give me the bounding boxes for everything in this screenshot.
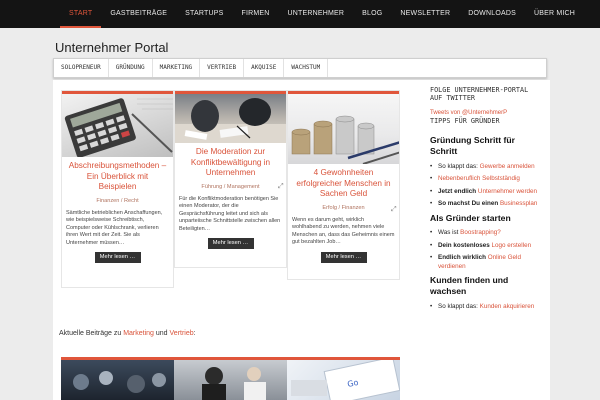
meeting-image — [175, 98, 286, 143]
post-thumbnail-google[interactable]: Go — [287, 357, 400, 400]
coins-image — [291, 115, 399, 164]
expand-icon[interactable]: ⤢ — [391, 206, 397, 214]
post-title[interactable]: 4 Gewohnheiten erfolgreicher Menschen in… — [288, 164, 399, 200]
post-excerpt: Für die Konfliktmoderation benötigen Sie… — [179, 195, 281, 232]
list-item-link[interactable]: Businessplan — [500, 200, 537, 207]
list-item: Jetzt endlich Unternehmer werden — [430, 188, 544, 197]
link-vertrieb[interactable]: Vertrieb — [170, 330, 194, 337]
list-item: Endlich wirklich Online Geld verdienen — [430, 254, 544, 271]
list-item: Dein kostenloses Logo erstellen — [430, 242, 544, 251]
list-item-text: Endlich wirklich — [438, 254, 488, 262]
category-solopreneur[interactable]: SOLOPRENEUR — [54, 59, 109, 77]
post-excerpt: Sämtliche betrieblichen Anschaffungen, w… — [66, 209, 163, 246]
twitter-widget-title: FOLGE UNTERNEHMER-PORTAL AUF TWITTER — [430, 86, 529, 102]
recent-posts-prefix: Aktuelle Beiträge zu — [59, 330, 124, 337]
list-item: Nebenberuflich Selbstständig — [430, 175, 544, 184]
list-item: So klappt das: Gewerbe anmelden — [430, 163, 544, 172]
nav-unternehmer[interactable]: UNTERNEHMER — [279, 0, 354, 28]
sidebar-heading: Kunden finden und wachsen — [430, 275, 509, 297]
post-thumbnail-meeting[interactable] — [175, 91, 286, 143]
list-item-link[interactable]: Gewerbe anmelden — [480, 163, 535, 170]
nav-downloads[interactable]: DOWNLOADS — [459, 0, 525, 28]
nav-ueber-mich[interactable]: ÜBER MICH — [525, 0, 584, 28]
twitter-timeline-link[interactable]: Tweets von @UnternehmerP — [430, 110, 544, 116]
list-item-link[interactable]: Nebenberuflich Selbstständig — [438, 175, 520, 182]
recent-posts-and: und — [153, 330, 170, 337]
tips-widget-title: TIPPS FÜR GRÜNDER — [430, 117, 500, 125]
top-navigation: START GASTBEITRÄGE STARTUPS FIRMEN UNTER… — [0, 0, 600, 28]
people-image — [202, 367, 266, 400]
list-item-text: So klappt das: — [438, 302, 480, 310]
sidebar: FOLGE UNTERNEHMER-PORTAL AUF TWITTER Twe… — [407, 80, 550, 400]
list-item-text: Dein kostenloses — [438, 241, 492, 249]
list-item-link[interactable]: Unternehmer werden — [478, 188, 537, 195]
post-thumbnail-calculator[interactable] — [62, 91, 173, 157]
post-thumbnail-conference[interactable] — [61, 357, 174, 400]
sidebar-list: Was ist Boostrapping? Dein kostenloses L… — [430, 229, 544, 271]
main-content: Abschreibungsmethoden – Ein Überblick mi… — [53, 80, 407, 400]
list-item-link[interactable]: Boostrapping? — [460, 229, 501, 236]
site-title[interactable]: Unternehmer Portal — [55, 40, 168, 55]
nav-start[interactable]: START — [60, 0, 102, 28]
category-marketing[interactable]: MARKETING — [153, 59, 201, 77]
category-bar: SOLOPRENEUR GRÜNDUNG MARKETING VERTRIEB … — [53, 58, 547, 78]
post-title[interactable]: Abschreibungsmethoden – Ein Überblick mi… — [62, 157, 173, 193]
list-item-text: So machst Du einen — [438, 200, 500, 208]
list-item-text: So klappt das: — [438, 162, 480, 170]
list-item-link[interactable]: Kunden akquirieren — [480, 303, 535, 310]
search-page-image: Go — [291, 360, 400, 400]
list-item-link[interactable]: Logo erstellen — [492, 242, 532, 249]
category-vertrieb[interactable]: VERTRIEB — [200, 59, 245, 77]
post-title[interactable]: Die Moderation zur Konfliktbewältigung i… — [175, 143, 286, 179]
list-item: So machst Du einen Businessplan — [430, 200, 544, 209]
conference-image — [73, 371, 166, 393]
post-thumbnail-meeting-2[interactable] — [174, 357, 287, 400]
category-wachstum[interactable]: WACHSTUM — [284, 59, 329, 77]
nav-newsletter[interactable]: NEWSLETTER — [391, 0, 459, 28]
post-thumbnail-coins[interactable] — [288, 91, 399, 164]
list-item: So klappt das: Kunden akquirieren — [430, 303, 544, 312]
list-item-text: Was ist — [438, 229, 461, 237]
category-akquise[interactable]: AKQUISE — [244, 59, 285, 77]
post-card: Die Moderation zur Konfliktbewältigung i… — [174, 90, 287, 268]
sidebar-list: So klappt das: Kunden akquirieren — [430, 303, 544, 312]
nav-gastbeitraege[interactable]: GASTBEITRÄGE — [101, 0, 176, 28]
list-item-text: Jetzt endlich — [438, 187, 478, 195]
calculator-image — [64, 98, 173, 157]
sidebar-heading: Gründung Schritt für Schritt — [430, 135, 515, 156]
read-more-button[interactable]: Mehr lesen … — [94, 252, 141, 264]
read-more-button[interactable]: Mehr lesen … — [320, 251, 367, 263]
post-card: Abschreibungsmethoden – Ein Überblick mi… — [61, 90, 174, 288]
category-gruendung[interactable]: GRÜNDUNG — [109, 59, 153, 77]
list-item: Was ist Boostrapping? — [430, 229, 544, 238]
expand-icon[interactable]: ⤢ — [278, 183, 284, 191]
nav-blog[interactable]: BLOG — [353, 0, 391, 28]
read-more-button[interactable]: Mehr lesen … — [207, 238, 254, 250]
recent-posts-colon: : — [193, 330, 196, 337]
sidebar-list: So klappt das: Gewerbe anmelden Nebenber… — [430, 163, 544, 209]
nav-startups[interactable]: STARTUPS — [176, 0, 232, 28]
sidebar-heading: Als Gründer starten — [430, 212, 511, 223]
post-card: 4 Gewohnheiten erfolgreicher Menschen in… — [287, 90, 400, 280]
nav-firmen[interactable]: FIRMEN — [232, 0, 278, 28]
recent-posts-heading: Aktuelle Beiträge zu Marketing und Vertr… — [59, 330, 196, 337]
link-marketing[interactable]: Marketing — [123, 330, 154, 337]
post-excerpt: Wenn es darum geht, wirklich wohlhabend … — [292, 216, 395, 246]
